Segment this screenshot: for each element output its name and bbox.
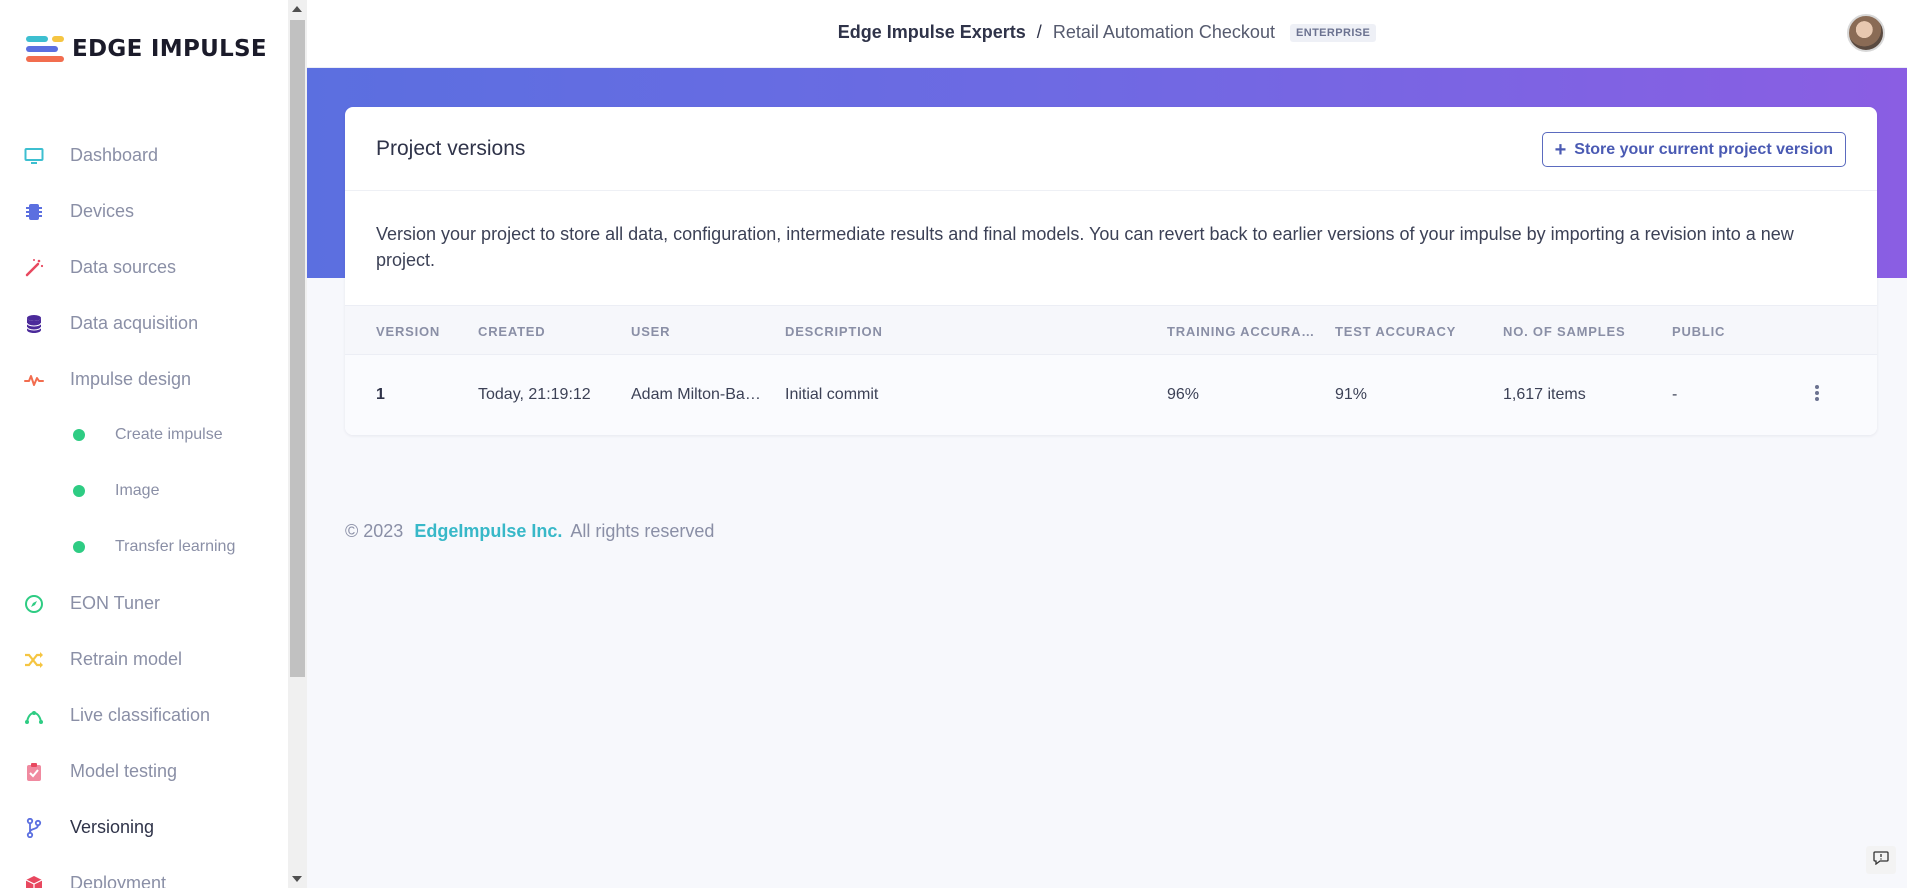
cell-test-accuracy: 91%: [1335, 386, 1368, 403]
cell-training-accuracy: 96%: [1167, 386, 1200, 403]
column-header-created[interactable]: CREATED: [478, 324, 618, 339]
store-project-version-button[interactable]: + Store your current project version: [1541, 132, 1846, 167]
row-menu-kebab-icon[interactable]: [1813, 383, 1821, 403]
page-footer: © 2023 EdgeImpulse Inc. All rights reser…: [345, 521, 714, 542]
cell-public: -: [1672, 386, 1678, 403]
sidebar-item-model-testing[interactable]: Model testing: [0, 751, 288, 791]
card-header: Project versions + Store your current pr…: [345, 107, 1877, 191]
magic-wand-icon: [24, 258, 44, 278]
card-description: Version your project to store all data, …: [376, 224, 1794, 270]
versions-table-header: VERSION CREATED USER DESCRIPTION TRAININ…: [345, 305, 1877, 355]
cell-version: 1: [376, 386, 385, 403]
status-dot-icon: [73, 429, 85, 441]
cell-samples: 1,617 items: [1503, 386, 1586, 403]
enterprise-badge: ENTERPRISE: [1289, 24, 1377, 42]
sidebar-item-transfer-learning[interactable]: Transfer learning: [0, 527, 288, 567]
breadcrumb-separator: /: [1036, 22, 1042, 42]
pulse-icon: [24, 370, 44, 390]
scroll-down-arrow-icon[interactable]: [292, 876, 302, 882]
sidebar-item-versioning[interactable]: Versioning: [0, 807, 288, 847]
user-avatar[interactable]: [1847, 14, 1885, 52]
sidebar-item-dashboard[interactable]: Dashboard: [0, 135, 288, 175]
sidebar-item-live-classification[interactable]: Live classification: [0, 695, 288, 735]
curve-icon: [24, 706, 44, 726]
column-header-public[interactable]: PUBLIC: [1672, 324, 1792, 339]
sidebar-item-retrain-model[interactable]: Retrain model: [0, 639, 288, 679]
column-header-samples[interactable]: NO. OF SAMPLES: [1503, 324, 1663, 339]
cell-description: Initial commit: [785, 386, 879, 403]
sidebar-item-impulse-design[interactable]: Impulse design: [0, 359, 288, 399]
breadcrumb-organization[interactable]: Edge Impulse Experts: [838, 22, 1026, 42]
status-dot-icon: [73, 541, 85, 553]
scrollbar-thumb[interactable]: [290, 20, 305, 677]
sidebar: EDGE IMPULSE Dashboard Devices Data sour…: [0, 0, 288, 888]
shuffle-icon: [24, 650, 44, 670]
sidebar-item-data-sources[interactable]: Data sources: [0, 247, 288, 287]
column-header-test-accuracy[interactable]: TEST ACCURACY: [1335, 324, 1495, 339]
footer-rights: All rights reserved: [570, 521, 715, 541]
brand-logo[interactable]: EDGE IMPULSE: [26, 34, 267, 64]
column-header-training-accuracy[interactable]: TRAINING ACCURACY: [1167, 324, 1317, 339]
breadcrumb-project[interactable]: Retail Automation Checkout: [1053, 22, 1275, 42]
cell-user: Adam Milton-Barker: [631, 386, 761, 403]
column-header-user[interactable]: USER: [631, 324, 761, 339]
git-branch-icon: [24, 818, 44, 838]
footer-company-link[interactable]: EdgeImpulse Inc.: [414, 521, 562, 541]
cell-created: Today, 21:19:12: [478, 386, 591, 403]
monitor-icon: [24, 146, 44, 166]
column-header-description[interactable]: DESCRIPTION: [785, 324, 1165, 339]
plus-icon: +: [1554, 138, 1567, 161]
chip-icon: [24, 202, 44, 222]
status-dot-icon: [73, 485, 85, 497]
sidebar-item-image[interactable]: Image: [0, 471, 288, 511]
footer-copyright: © 2023: [345, 521, 404, 541]
store-button-label: Store your current project version: [1574, 140, 1833, 158]
card-title: Project versions: [376, 137, 526, 160]
project-versions-card: Project versions + Store your current pr…: [345, 107, 1877, 435]
breadcrumb: Edge Impulse Experts / Retail Automation…: [307, 22, 1907, 43]
column-header-version[interactable]: VERSION: [376, 324, 456, 339]
clipboard-check-icon: [24, 762, 44, 782]
sidebar-item-deployment[interactable]: Deployment: [0, 863, 288, 888]
edge-impulse-logo-icon: [26, 34, 64, 64]
feedback-icon: [1873, 850, 1889, 870]
sidebar-item-data-acquisition[interactable]: Data acquisition: [0, 303, 288, 343]
top-header: Edge Impulse Experts / Retail Automation…: [307, 0, 1907, 68]
sidebar-scrollbar[interactable]: [288, 0, 307, 888]
sidebar-item-devices[interactable]: Devices: [0, 191, 288, 231]
table-row[interactable]: 1 Today, 21:19:12 Adam Milton-Barker Ini…: [345, 355, 1877, 435]
sidebar-item-eon-tuner[interactable]: EON Tuner: [0, 583, 288, 623]
compass-icon: [24, 594, 44, 614]
box-icon: [24, 874, 44, 888]
sidebar-item-create-impulse[interactable]: Create impulse: [0, 415, 288, 455]
feedback-button[interactable]: [1866, 846, 1896, 874]
database-icon: [24, 314, 44, 334]
scroll-up-arrow-icon[interactable]: [292, 6, 302, 12]
brand-name: EDGE IMPULSE: [72, 36, 267, 62]
